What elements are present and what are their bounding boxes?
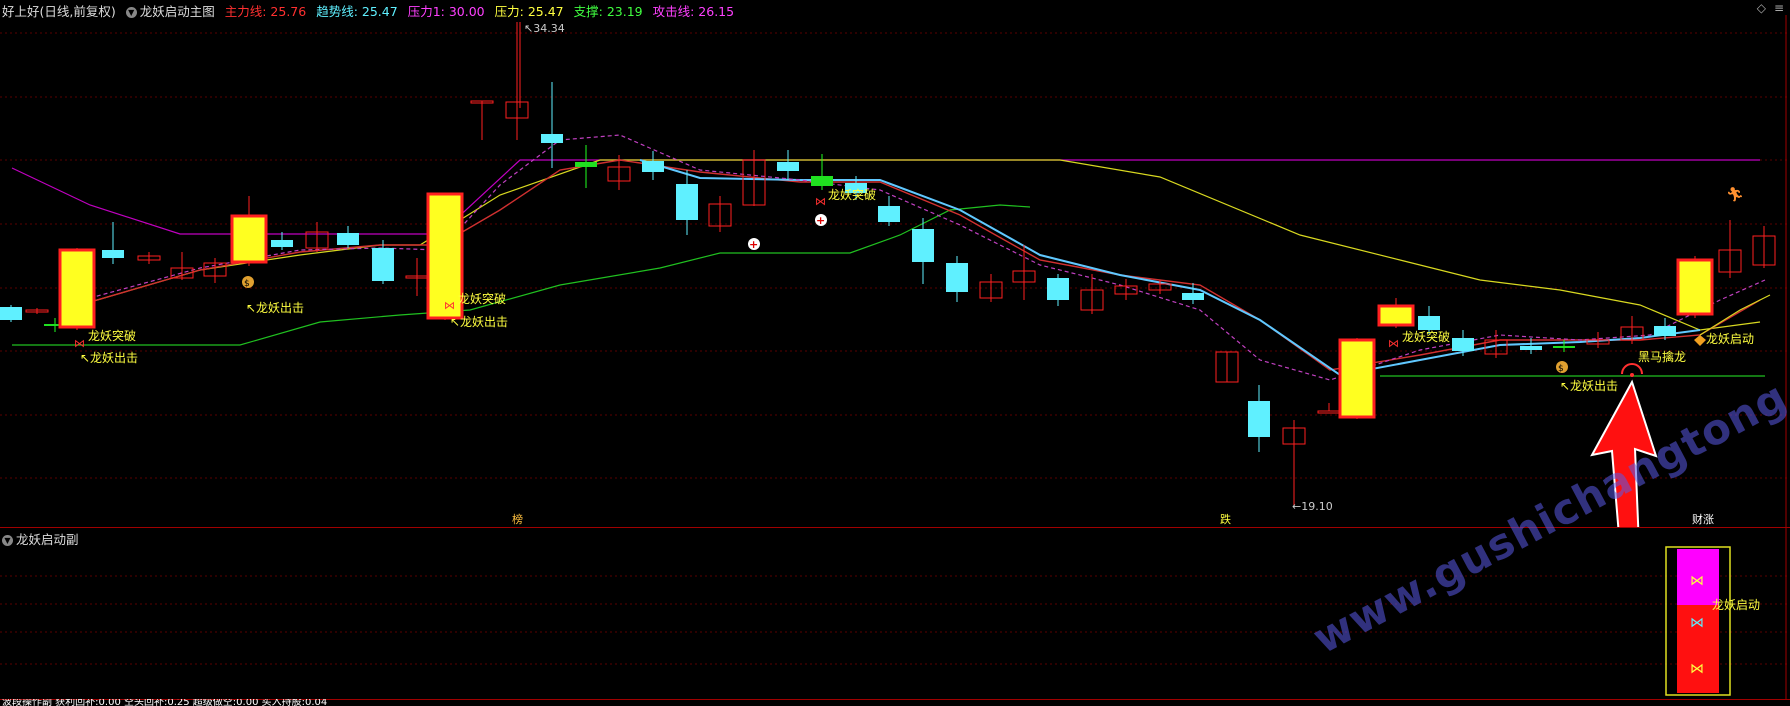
support-line [12, 204, 1031, 346]
candles-group [0, 22, 1776, 505]
tag-caizhang: 财涨 [1692, 512, 1714, 526]
signal-attack-1: ↖龙妖出击 [80, 351, 138, 365]
butterfly-icon: ⋈ [74, 337, 85, 350]
signal-breakthrough-2: 龙妖突破 [458, 291, 506, 306]
plus-circle-icon: + [815, 214, 827, 227]
candle-body [337, 233, 359, 245]
candle-body [1248, 401, 1270, 437]
pressure1-line [11, 159, 1760, 235]
tag-bang: 榜 [512, 512, 523, 526]
candle-body [1452, 338, 1474, 351]
main-line [79, 159, 1761, 371]
butterfly-icon: ⋈ [1388, 337, 1399, 350]
candle-body [1520, 346, 1542, 350]
svg-text:⋈: ⋈ [1388, 337, 1399, 350]
butterfly-icon: ⋈ [444, 299, 455, 312]
candle-body [541, 134, 563, 143]
candle-body [1377, 304, 1415, 327]
candle-body [575, 162, 597, 167]
butterfly-icon: ⋈ [815, 195, 826, 208]
candle-body [946, 263, 968, 292]
svg-text:⋈: ⋈ [815, 195, 826, 208]
money-bag-icon: $ [242, 276, 254, 289]
candle-body [1317, 410, 1341, 414]
trend-line [639, 159, 1701, 377]
candle-body [676, 184, 698, 220]
signal-attack-2: ↖龙妖出击 [246, 301, 304, 315]
signal-launch: 龙妖启动 [1706, 332, 1754, 346]
svg-text:+: + [816, 214, 825, 227]
candle-body [1182, 293, 1204, 300]
main-chart-panel[interactable]: 好上好(日线,前复权) ▼ 龙妖启动主图 主力线: 25.76 趋势线: 25.4… [0, 0, 1790, 528]
signal-breakthrough-1: 龙妖突破 [88, 328, 136, 343]
wifi-signal-icon [1621, 363, 1643, 377]
candle-body [0, 307, 22, 320]
signal-breakthrough-3: 龙妖突破 [828, 187, 876, 202]
signal-attack-3: ↖龙妖出击 [450, 315, 508, 329]
candle-body [777, 162, 799, 171]
butterfly-icon: ⋈ [1690, 661, 1704, 677]
svg-text:⋈: ⋈ [74, 337, 85, 350]
signal-attack-4: ↖龙妖出击 [1560, 379, 1618, 393]
candle-body [912, 229, 934, 262]
candle-body [878, 206, 900, 222]
sub-grid [0, 575, 1790, 665]
svg-text:+: + [749, 238, 758, 251]
plus-circle-icon: + [748, 238, 760, 251]
sub-signal-label: 龙妖启动 [1712, 598, 1760, 612]
svg-text:$: $ [1558, 364, 1564, 374]
money-bag-icon: $ [1556, 361, 1568, 374]
candle-body [230, 214, 268, 264]
butterfly-icon: ⋈ [1690, 573, 1704, 589]
signal-breakthrough-4: 龙妖突破 [1402, 329, 1450, 344]
candle-body [58, 248, 96, 329]
tag-die: 跌 [1220, 512, 1231, 526]
svg-text:🏃︎: 🏃︎ [1726, 187, 1744, 203]
runner-icon: 🏃︎ [1726, 187, 1744, 203]
candle-body [102, 250, 124, 258]
candle-body [1338, 338, 1376, 419]
candle-body [1676, 258, 1714, 316]
candle-body [1418, 316, 1440, 330]
butterfly-icon: ⋈ [1690, 615, 1704, 631]
svg-text:⋈: ⋈ [444, 299, 455, 312]
candle-body [372, 248, 394, 281]
bottom-indicator-row: 波段操作副 获利回补:0.00 空头回补:0.25 超级做空:0.00 买入持股… [2, 699, 328, 706]
diamond-icon [1694, 335, 1706, 346]
candle-body [1553, 346, 1575, 348]
high-price-label: ↖34.34 [524, 22, 565, 35]
signal-dark-horse: 黑马擒龙 [1638, 349, 1686, 364]
candle-body [811, 176, 833, 186]
main-chart-svg: ↖34.34 ←19.10 龙妖突破 ↖龙妖出击 ↖龙妖出击 龙妖突破 ↖龙妖出… [0, 15, 1790, 527]
svg-text:$: $ [244, 279, 250, 289]
low-price-label: ←19.10 [1292, 500, 1333, 513]
candle-body [1047, 278, 1069, 300]
candle-body [1654, 326, 1676, 336]
candle-body [271, 240, 293, 247]
candle-body [642, 161, 664, 172]
